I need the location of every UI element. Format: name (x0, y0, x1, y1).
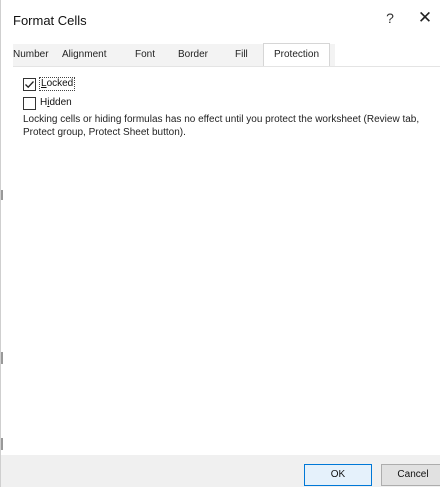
left-edge-mark (1, 352, 3, 364)
tab-strip: Number Alignment Font Border Fill Protec… (13, 43, 335, 67)
left-edge-mark (1, 190, 3, 200)
help-button[interactable]: ? (378, 6, 402, 30)
hidden-label-post: dden (49, 97, 72, 108)
tab-divider (13, 66, 440, 67)
dialog-footer: OK Cancel (1, 455, 440, 487)
hidden-checkbox[interactable] (23, 96, 36, 110)
left-edge-mark (1, 438, 3, 450)
checkmark-icon (25, 80, 34, 88)
dialog-title: Format Cells (13, 13, 87, 28)
tab-font[interactable]: Font (135, 44, 155, 66)
title-bar: Format Cells ? ✕ (1, 0, 440, 36)
tab-number[interactable]: Number (13, 44, 49, 66)
tab-protection[interactable]: Protection (263, 43, 331, 67)
cancel-button[interactable]: Cancel (381, 464, 440, 486)
hidden-label: Hidden (40, 97, 72, 109)
tab-fill[interactable]: Fill (235, 44, 248, 66)
tab-border[interactable]: Border (178, 44, 208, 66)
locked-label: Locked (38, 77, 76, 91)
protection-description: Locking cells or hiding formulas has no … (23, 114, 420, 138)
locked-checkbox-row[interactable]: Locked (23, 77, 76, 91)
locked-label-post: ocked (46, 78, 74, 89)
tab-alignment[interactable]: Alignment (62, 44, 106, 66)
format-cells-dialog: Format Cells ? ✕ Number Alignment Font B… (0, 0, 440, 487)
locked-checkbox[interactable] (23, 77, 36, 91)
ok-button[interactable]: OK (304, 464, 372, 486)
close-icon[interactable]: ✕ (413, 6, 437, 30)
hidden-checkbox-row[interactable]: Hidden (23, 96, 72, 110)
